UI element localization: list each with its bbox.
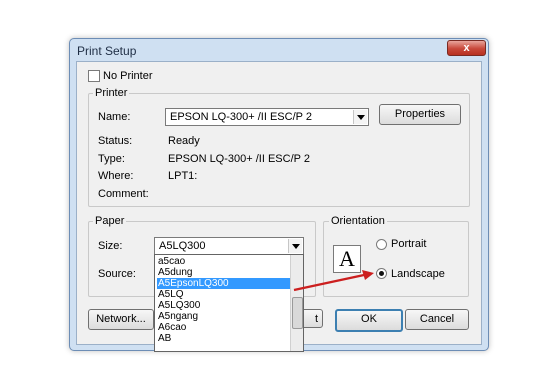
network-button[interactable]: Network... xyxy=(88,309,154,330)
paper-size-select[interactable]: A5LQ300 xyxy=(154,237,304,255)
ok-button[interactable]: OK xyxy=(335,309,403,332)
portrait-radio[interactable] xyxy=(376,239,387,250)
arrow-head xyxy=(362,270,374,280)
arrow-shaft xyxy=(293,273,365,292)
scrollbar-thumb[interactable] xyxy=(292,297,303,329)
status-label: Status: xyxy=(98,135,133,147)
properties-button[interactable]: Properties xyxy=(379,104,461,125)
dropdown-item[interactable]: A5ngang xyxy=(157,311,290,322)
no-printer-label: No Printer xyxy=(103,70,153,82)
title-bar[interactable]: Print Setup x xyxy=(70,39,488,61)
printer-group-label: Printer xyxy=(93,87,130,99)
dropdown-item[interactable]: A5dung xyxy=(157,267,290,278)
dropdown-item[interactable]: A5EpsonLQ300 xyxy=(157,278,290,289)
paper-size-value: A5LQ300 xyxy=(159,240,206,252)
dropdown-item[interactable]: A5LQ300 xyxy=(157,300,290,311)
paper-size-dropdown-list[interactable]: a5cao A5dung A5EpsonLQ300 A5LQ A5LQ300 A5ngan… xyxy=(154,254,304,352)
dropdown-item[interactable]: AB xyxy=(157,333,290,344)
landscape-label: Landscape xyxy=(391,268,445,280)
comment-label: Comment: xyxy=(98,188,149,200)
dialog-title: Print Setup xyxy=(77,44,137,58)
dropdown-item[interactable]: a5cao xyxy=(157,256,290,267)
close-icon: x xyxy=(463,42,470,54)
paper-group-label: Paper xyxy=(93,215,127,227)
type-label: Type: xyxy=(98,153,125,165)
chevron-down-icon[interactable] xyxy=(288,239,302,253)
where-label: Where: xyxy=(98,170,134,182)
chevron-down-icon[interactable] xyxy=(353,110,367,124)
portrait-label: Portrait xyxy=(391,238,427,250)
annotation-arrow xyxy=(293,270,374,292)
paper-source-label: Source: xyxy=(98,268,136,280)
no-printer-checkbox[interactable] xyxy=(88,70,100,82)
status-value: Ready xyxy=(168,135,200,147)
printer-name-select[interactable]: EPSON LQ-300+ /II ESC/P 2 xyxy=(165,108,369,126)
dropdown-item[interactable]: A5LQ xyxy=(157,289,290,300)
orientation-group-label: Orientation xyxy=(329,215,387,227)
printer-name-value: EPSON LQ-300+ /II ESC/P 2 xyxy=(170,111,312,123)
type-value: EPSON LQ-300+ /II ESC/P 2 xyxy=(168,153,310,165)
paper-size-label: Size: xyxy=(98,240,123,252)
printer-name-label: Name: xyxy=(98,111,131,123)
cancel-button[interactable]: Cancel xyxy=(405,309,469,330)
where-value: LPT1: xyxy=(168,170,198,182)
close-button[interactable]: x xyxy=(447,40,486,56)
dropdown-item[interactable]: A6cao xyxy=(157,322,290,333)
